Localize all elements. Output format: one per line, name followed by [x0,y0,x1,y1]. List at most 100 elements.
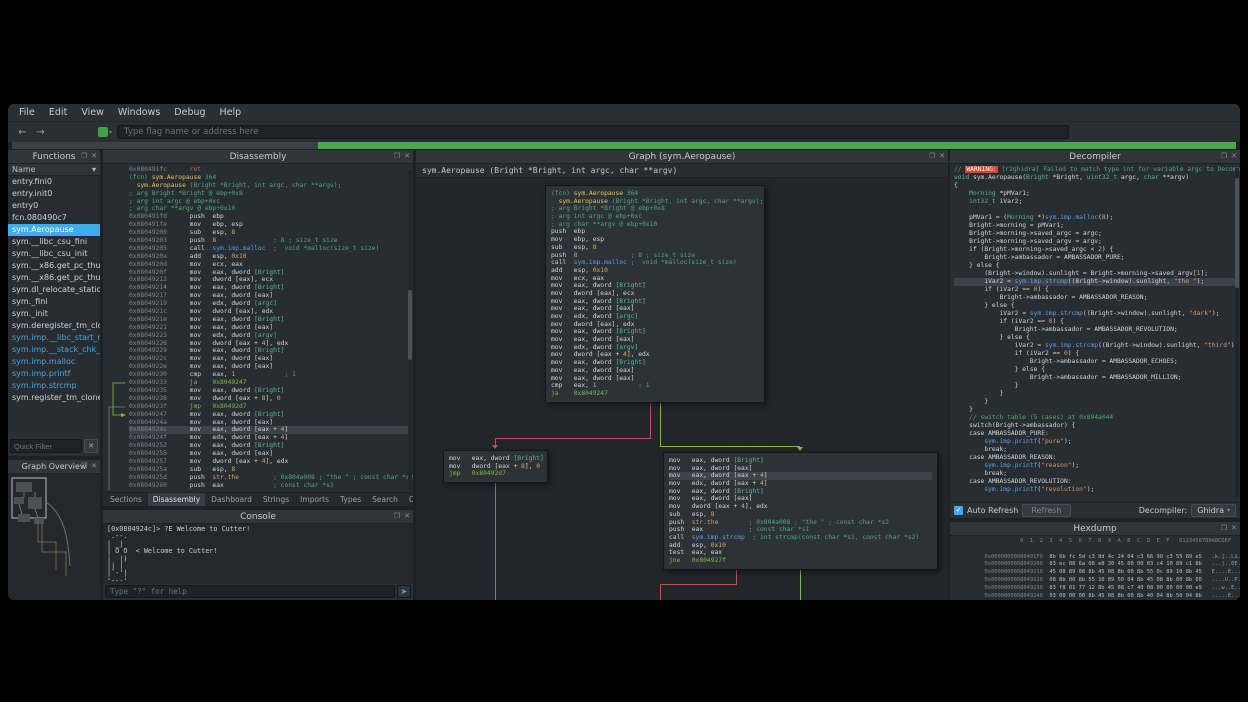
decompiler-line[interactable]: break; [954,470,1238,478]
graph-node-line[interactable]: call sym.imp.strcmp ; int strcmp(const c… [669,534,932,542]
function-list-item[interactable]: sym.imp.__libc_start_main [8,332,100,344]
function-list-item[interactable]: sym._init [8,308,100,320]
decompiler-line[interactable]: // switch table (5 cases) at 0x804a044 [954,414,1238,422]
disassembly-line[interactable]: ; arg Bright *Bright @ ebp+0x8 [129,190,411,198]
decompiler-line[interactable]: (Bright->window).sunlight = Bright->morn… [954,270,1238,278]
function-list-item[interactable]: sym.imp.printf [8,368,100,380]
graph-node-line[interactable]: mov eax, dword [Bright] [551,282,759,290]
graph-node-line[interactable]: ; arg char **argv @ ebp+0x10 [551,221,759,229]
decompiler-line[interactable]: Bright->morning->saved_argv = argv; [954,238,1238,246]
view-tab[interactable]: Search [367,493,403,506]
graph-node-line[interactable]: ; arg Bright *Bright @ ebp+0x8 [551,205,759,213]
decompiler-line[interactable]: if (iVar2 == 0) { [954,286,1238,294]
graph-node-line[interactable]: mov eax, dword [Bright] [551,359,759,367]
graph-overview-minimap[interactable] [8,474,100,600]
hexdump-view[interactable]: 0 1 2 3 4 5 6 7 8 9 A B C D E F 01234567… [950,536,1240,600]
decompiler-line[interactable]: Bright->morning->saved_argc = argc; [954,230,1238,238]
view-tab[interactable]: Dashboard [206,493,257,506]
view-tab[interactable]: Sections [105,493,147,506]
disassembly-line[interactable]: 0x08049247 mov eax, dword [Bright] [129,411,411,419]
function-list-item[interactable]: sym.deregister_tm_clones [8,320,100,332]
decompiler-line[interactable]: Bright->morning = pMVar1; [954,222,1238,230]
decompiler-line[interactable]: case AMBASSADOR_REASON: [954,454,1238,462]
graph-node-line[interactable]: mov ecx, eax [551,275,759,283]
function-list-item[interactable]: sym.__x86.get_pc_thunk.bp [8,260,100,272]
decompiler-line[interactable]: Bright->ambassador = AMBASSADOR_REASON; [954,294,1238,302]
close-icon[interactable]: ✕ [91,460,97,473]
graph-node-line[interactable]: mov eax, dword [Bright] [669,488,932,496]
function-list-item[interactable]: sym.__libc_csu_init [8,248,100,260]
graph-node-line[interactable]: cmp eax, 1 ; 1 [551,382,759,390]
decompiler-line[interactable]: if (iVar2 == 0) { [954,350,1238,358]
disassembly-line[interactable]: 0x08049212 mov dword [eax], ecx [129,276,411,284]
graph-node-line[interactable]: jmp 0x80492d7 [449,470,542,478]
graph-node-line[interactable]: mov eax, dword [Bright] [551,328,759,336]
float-icon[interactable]: ❐ [1221,522,1227,535]
hexdump-row[interactable]: 0x00000000080491F0 8b 6b fc 5d c3 8d 4c … [952,546,1238,554]
disassembly-line[interactable]: 0x0804923f jmp 0x80492d7 [129,403,411,411]
graph-node-line[interactable]: mov eax, dword [Bright] [449,455,542,463]
disassembly-line[interactable]: 0x08049230 cmp eax, 1 ; 1 [129,371,411,379]
disassembly-line[interactable]: 0x0804924c mov eax, dword [eax + 4] [129,426,411,434]
float-icon[interactable]: ❐ [929,150,935,163]
float-icon[interactable]: ❐ [1221,150,1227,163]
graph-node-line[interactable]: mov eax, dword [eax + 4] [669,472,932,480]
graph-node-line[interactable]: push eax ; const char *s1 [669,526,932,534]
menu-item[interactable]: View [74,105,111,120]
graph-node-entry[interactable]: (fcn) sym.Aeropause 364 sym.Aeropause (B… [545,185,765,403]
decompiler-line[interactable]: Bright->ambassador = AMBASSADOR_PURE; [954,254,1238,262]
decompiler-line[interactable]: Morning *pMVar1; [954,190,1238,198]
decompiler-line[interactable]: iVar2 = sym.imp.strcmp((Bright->window).… [954,278,1238,286]
disassembly-line[interactable]: 0x08049221 mov eax, dword [eax] [129,324,411,332]
graph-node-false-branch[interactable]: mov eax, dword [Bright]mov dword [eax + … [443,450,548,483]
decompiler-scrollbar[interactable] [1235,168,1239,498]
menu-item[interactable]: Help [213,105,249,120]
disassembly-line[interactable]: 0x08049252 mov eax, dword [Bright] [129,442,411,450]
graph-node-line[interactable]: mov eax, dword [Bright] [551,298,759,306]
close-icon[interactable]: ✕ [1231,150,1237,163]
disassembly-line[interactable]: sym.Aeropause (Bright *Bright, int argc,… [129,182,411,190]
graph-node-line[interactable]: mov dword [eax], ecx [551,290,759,298]
decompiler-line[interactable]: // WARNING: [r2ghidra] Failed to match t… [954,166,1238,174]
menu-item[interactable]: Edit [42,105,74,120]
decompiler-line[interactable]: } else { [954,366,1238,374]
graph-node-line[interactable]: push ebp [551,228,759,236]
float-icon[interactable]: ❐ [81,150,87,163]
function-list-item[interactable]: sym.imp.malloc [8,356,100,368]
disassembly-line[interactable]: 0x08049235 mov eax, dword [Bright] [129,387,411,395]
graph-node-line[interactable]: mov eax, dword [eax] [669,465,932,473]
menu-item[interactable]: File [12,105,42,120]
graph-node-line[interactable]: mov eax, dword [eax] [551,367,759,375]
function-list-item[interactable]: sym.__x86.get_pc_thunk.bx [8,272,100,284]
disassembly-line[interactable]: 0x08049219 mov edx, dword [argc] [129,300,411,308]
decompiler-line[interactable]: Bright->ambassador = AMBASSADOR_REVOLUTI… [954,326,1238,334]
disassembly-scrollbar[interactable] [408,170,412,490]
disassembly-line[interactable]: 0x080491fc ret [129,166,411,174]
disassembly-view[interactable]: 0x080491fc ret(fcn) sym.Aeropause 364 sy… [103,164,413,492]
close-icon[interactable]: ✕ [939,150,945,163]
disassembly-line[interactable]: 0x08049203 push 8 ; 8 ; size_t size [129,237,411,245]
graph-node-line[interactable]: ; arg int argc @ ebp+0xc [551,213,759,221]
omnibar-input[interactable] [117,125,1069,139]
disassembly-line[interactable]: 0x0804920a add esp, 0x10 [129,253,411,261]
disassembly-line[interactable]: 0x08049217 mov eax, dword [eax] [129,292,411,300]
close-icon[interactable]: ✕ [91,150,97,163]
disassembly-line[interactable]: 0x0804924a mov eax, dword [eax] [129,419,411,427]
back-arrow-icon[interactable]: ← [16,127,29,138]
graph-node-line[interactable]: sym.Aeropause (Bright *Bright, int argc,… [551,198,759,206]
decompiler-line[interactable]: } else { [954,262,1238,270]
decompiler-line[interactable]: case AMBASSADOR_REVOLUTION: [954,478,1238,486]
forward-arrow-icon[interactable]: → [34,127,47,138]
graph-node-line[interactable]: mov edx, dword [argv] [551,344,759,352]
decompiler-line[interactable]: } [954,406,1238,414]
function-list-item[interactable]: sym.imp.strcmp [8,380,100,392]
disassembly-line[interactable]: (fcn) sym.Aeropause 364 [129,174,411,182]
disassembly-line[interactable]: 0x0804924f mov edx, dword [eax + 4] [129,434,411,442]
view-tab[interactable]: Classes [404,493,413,506]
functions-column-header[interactable]: Name ▾ [8,164,100,176]
disassembly-line[interactable]: ; arg int argc @ ebp+0xc [129,198,411,206]
disassembly-line[interactable]: 0x08049255 mov eax, dword [eax] [129,450,411,458]
decompiler-line[interactable]: switch(Bright->ambassador) { [954,422,1238,430]
disassembly-line[interactable]: 0x08049233 ja 0x8049247 [129,379,411,387]
graph-node-line[interactable]: mov dword [eax + 8], 0 [449,463,542,471]
